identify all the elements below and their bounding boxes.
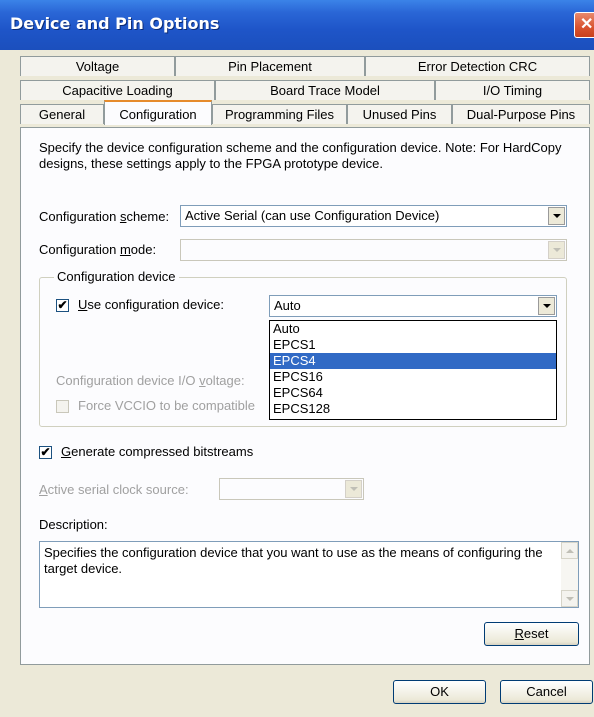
title-bar: Device and Pin Options ✕ [0,0,594,50]
window-title: Device and Pin Options [10,14,220,33]
use-config-device-label: Use configuration device: [78,297,224,312]
config-scheme-value: Active Serial (can use Configuration Dev… [185,208,440,223]
dropdown-option[interactable]: EPCS16 [270,369,556,385]
tab-error-detection-crc[interactable]: Error Detection CRC [365,56,590,76]
tab-pin-placement[interactable]: Pin Placement [175,56,365,76]
config-scheme-dropdown-button[interactable] [548,207,565,225]
description-scrollbar[interactable] [561,542,578,607]
compressed-bitstreams-label: Generate compressed bitstreams [61,444,254,459]
force-vccio-label: Force VCCIO to be compatible [78,398,256,413]
config-device-select[interactable]: Auto [269,295,557,317]
clock-source-dropdown-button[interactable] [345,480,362,498]
ok-button[interactable]: OK [393,680,486,704]
dropdown-option[interactable]: Auto [270,321,556,337]
tab-configuration[interactable]: Configuration [104,100,212,125]
dropdown-option[interactable]: EPCS1 [270,337,556,353]
tab-io-timing[interactable]: I/O Timing [435,80,590,100]
description-textarea[interactable]: Specifies the configuration device that … [39,541,579,608]
reset-button[interactable]: Reset [484,622,579,646]
scroll-down-button[interactable] [561,590,578,607]
scroll-up-button[interactable] [561,542,578,559]
tab-board-trace-model[interactable]: Board Trace Model [215,80,435,100]
config-scheme-label: Configuration scheme: [39,209,170,224]
config-mode-label: Configuration mode: [39,242,157,257]
chevron-down-icon [349,487,358,491]
chevron-up-icon [565,548,574,553]
tab-general[interactable]: General [20,104,104,124]
close-icon: ✕ [580,16,594,33]
tab-voltage[interactable]: Voltage [20,56,175,76]
chevron-down-icon [552,248,561,252]
config-device-value: Auto [274,298,301,313]
force-vccio-checkbox[interactable] [56,400,69,413]
description-label: Description: [39,517,108,532]
intro-text: Specify the device configuration scheme … [39,140,562,171]
clock-source-label: Active serial clock source: [39,482,189,497]
tab-unused-pins[interactable]: Unused Pins [347,104,452,124]
check-icon: ✔ [40,445,51,459]
dropdown-option-selected[interactable]: EPCS4 [270,353,556,369]
close-button[interactable]: ✕ [574,12,594,38]
io-voltage-label: Configuration device I/O voltage: [56,373,245,388]
config-scheme-select[interactable]: Active Serial (can use Configuration Dev… [180,205,567,227]
compressed-bitstreams-checkbox[interactable]: ✔ [39,446,52,459]
clock-source-select[interactable] [219,478,364,500]
chevron-down-icon [552,214,561,218]
config-device-group-title: Configuration device [54,269,179,284]
tab-programming-files[interactable]: Programming Files [212,104,347,124]
configuration-panel: Specify the device configuration scheme … [20,127,590,665]
config-mode-dropdown-button[interactable] [548,241,565,259]
chevron-down-icon [565,596,574,601]
tab-capacitive-loading[interactable]: Capacitive Loading [20,80,215,100]
tab-dual-purpose-pins[interactable]: Dual-Purpose Pins [452,104,590,124]
cancel-button[interactable]: Cancel [500,680,593,704]
config-device-dropdown-list: Auto EPCS1 EPCS4 EPCS16 EPCS64 EPCS128 [269,320,557,420]
description-text: Specifies the configuration device that … [44,545,543,576]
chevron-down-icon [542,304,551,308]
use-config-device-checkbox[interactable]: ✔ [56,299,69,312]
config-device-dropdown-button[interactable] [538,297,555,315]
dropdown-option[interactable]: EPCS64 [270,385,556,401]
dropdown-option[interactable]: EPCS128 [270,401,556,417]
config-mode-select[interactable] [180,239,567,261]
check-icon: ✔ [57,298,68,312]
